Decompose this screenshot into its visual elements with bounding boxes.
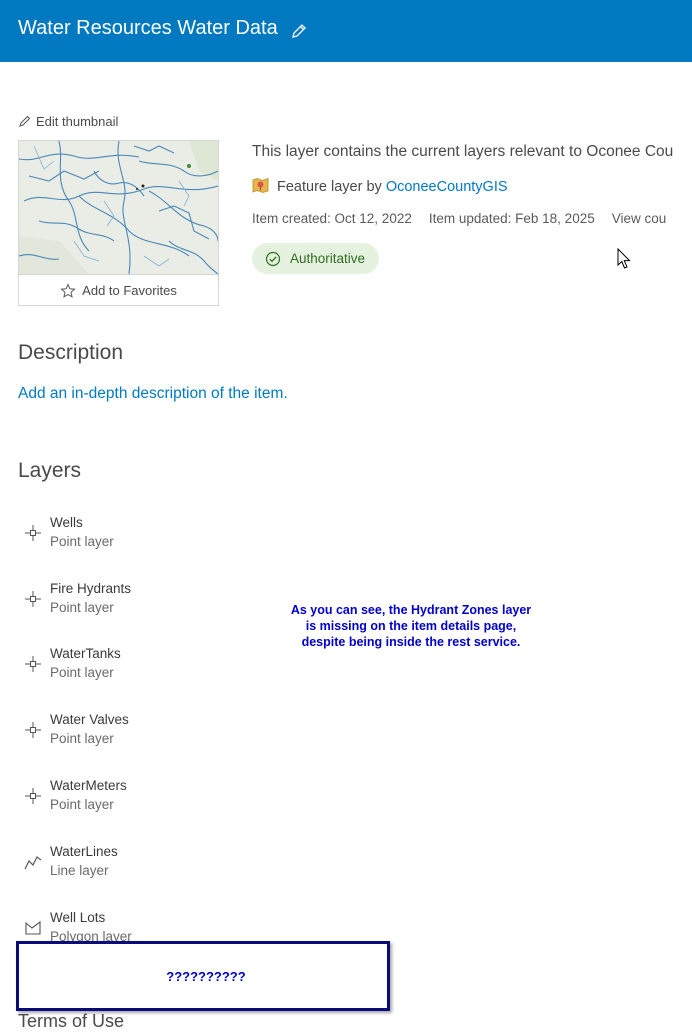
owner-link[interactable]: OconeeCountyGIS [386, 179, 508, 195]
pencil-icon[interactable] [290, 22, 308, 40]
point-layer-icon [25, 656, 41, 672]
line-layer-icon [24, 856, 42, 870]
authoritative-label: Authoritative [290, 251, 366, 266]
annotation-note: As you can see, the Hydrant Zones layer … [290, 603, 532, 649]
check-circle-icon [265, 251, 281, 266]
annotation-question-text: ?????????? [166, 969, 246, 984]
thumbnail-card: Add to Favorites [18, 140, 219, 306]
point-layer-icon [25, 591, 41, 607]
layer-item-fire-hydrants[interactable]: Fire Hydrants Point layer [24, 581, 264, 621]
layer-name: WaterMeters [50, 778, 127, 793]
pencil-icon [19, 115, 31, 127]
layer-type: Point layer [50, 600, 114, 615]
polygon-layer-icon [25, 920, 41, 935]
layer-name: Well Lots [50, 910, 106, 925]
description-heading: Description [18, 341, 124, 364]
point-layer-icon [25, 525, 41, 541]
item-updated-date: Item updated: Feb 18, 2025 [428, 211, 595, 226]
layer-name: WaterLines [50, 844, 118, 859]
point-layer-icon [25, 722, 41, 738]
annotation-question-box: ?????????? [16, 941, 390, 1011]
authoritative-badge: Authoritative [252, 243, 380, 274]
item-summary: This layer contains the current layers r… [252, 143, 674, 160]
terms-of-use-heading: Terms of Use [18, 1011, 125, 1031]
layer-item-wells[interactable]: Wells Point layer [24, 515, 264, 555]
edit-thumbnail-button[interactable]: Edit thumbnail [18, 114, 118, 129]
layer-type: Point layer [50, 534, 114, 549]
star-icon [60, 282, 76, 298]
layer-name: Water Valves [50, 712, 129, 727]
mouse-cursor-icon [617, 248, 631, 269]
layer-item-waterlines[interactable]: WaterLines Line layer [24, 844, 264, 884]
view-count-link[interactable]: View cou [612, 211, 667, 226]
item-type-label: Feature layer by [277, 179, 386, 195]
layers-heading: Layers [18, 459, 82, 482]
feature-layer-icon [252, 177, 269, 193]
layer-item-water-valves[interactable]: Water Valves Point layer [24, 712, 264, 752]
layer-name: Wells [50, 515, 83, 530]
item-title: Water Resources Water Data [18, 17, 278, 39]
layer-type: Point layer [50, 797, 114, 812]
layer-item-watermeters[interactable]: WaterMeters Point layer [24, 778, 264, 818]
layer-name: WaterTanks [50, 646, 121, 661]
layer-type: Point layer [50, 665, 114, 680]
map-thumbnail-image [19, 141, 218, 274]
item-created-date: Item created: Oct 12, 2022 [252, 211, 412, 226]
add-to-favorites-label: Add to Favorites [82, 283, 177, 298]
item-dates: Item created: Oct 12, 2022 Item updated: … [252, 211, 683, 226]
item-header: Water Resources Water Data [0, 0, 692, 62]
layer-type: Line layer [50, 863, 109, 878]
item-type-line: Feature layer by OconeeCountyGIS [252, 177, 508, 195]
layer-name: Fire Hydrants [50, 581, 132, 596]
edit-thumbnail-label: Edit thumbnail [36, 114, 119, 129]
add-description-link[interactable]: Add an in-depth description of the item. [18, 385, 288, 403]
layer-type: Point layer [50, 731, 114, 746]
add-to-favorites-button[interactable]: Add to Favorites [19, 274, 218, 306]
layer-item-watertanks[interactable]: WaterTanks Point layer [24, 646, 264, 686]
point-layer-icon [25, 788, 41, 804]
